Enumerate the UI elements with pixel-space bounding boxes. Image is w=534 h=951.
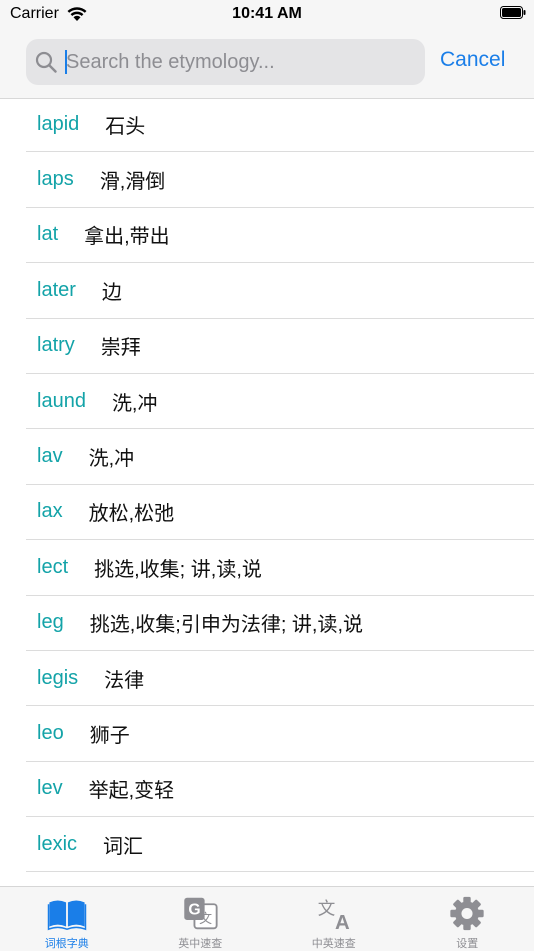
- list-item[interactable]: lav 洗,冲: [26, 429, 534, 484]
- list-item[interactable]: latry 崇拜: [26, 319, 534, 374]
- list-item[interactable]: legis 法律: [26, 651, 534, 706]
- root-meaning: 挑选,收集; 讲,读,说: [94, 553, 262, 582]
- root-word: later: [37, 279, 76, 302]
- search-header: Cancel: [0, 30, 534, 99]
- root-word: legis: [37, 667, 78, 690]
- list-item[interactable]: laps 滑,滑倒: [26, 152, 534, 207]
- root-meaning: 崇拜: [101, 331, 141, 360]
- status-time: 10:41 AM: [0, 5, 534, 23]
- root-word: lect: [37, 556, 68, 579]
- tab-bar: 词根字典 文 G 英中速查 文 A 中英速查 设置: [0, 886, 534, 951]
- search-box[interactable]: [26, 39, 425, 85]
- root-meaning: 挑选,收集;引申为法律; 讲,读,说: [90, 608, 363, 637]
- tab-label: 英中速查: [178, 935, 222, 951]
- root-word: lat: [37, 223, 58, 246]
- list-item[interactable]: lexic 词汇: [26, 817, 534, 872]
- tab-settings[interactable]: 设置: [401, 887, 534, 951]
- tab-label: 设置: [456, 935, 478, 951]
- gear-icon: [445, 895, 489, 932]
- root-word: lev: [37, 777, 63, 800]
- root-word: leg: [37, 611, 64, 634]
- etymology-list: lapid 石头 laps 滑,滑倒 lat 拿出,带出 later 边 latry 崇拜 laun…: [26, 97, 534, 887]
- list-item[interactable]: lax 放松,松弛: [26, 485, 534, 540]
- list-item[interactable]: lat 拿出,带出: [26, 208, 534, 263]
- tab-dictionary[interactable]: 词根字典: [0, 887, 134, 951]
- translate-g-icon: 文 G: [178, 895, 222, 932]
- search-input[interactable]: [66, 44, 416, 80]
- tab-label: 中英速查: [312, 935, 356, 951]
- root-word: leo: [37, 722, 64, 745]
- root-word: lax: [37, 500, 63, 523]
- root-meaning: 法律: [104, 664, 144, 693]
- list-item[interactable]: lev 举起,变轻: [26, 762, 534, 817]
- list-item[interactable]: laund 洗,冲: [26, 374, 534, 429]
- tab-en-cn-lookup[interactable]: 文 G 英中速查: [134, 887, 268, 951]
- root-meaning: 词汇: [103, 830, 143, 859]
- root-meaning: 洗,冲: [112, 387, 158, 416]
- root-word: laps: [37, 168, 74, 191]
- svg-text:A: A: [335, 912, 350, 932]
- search-icon: [35, 51, 57, 73]
- list-item[interactable]: later 边: [26, 263, 534, 318]
- status-bar: Carrier 10:41 AM: [0, 0, 534, 30]
- root-meaning: 放松,松弛: [89, 497, 175, 526]
- tab-cn-en-lookup[interactable]: 文 A 中英速查: [267, 887, 401, 951]
- cancel-button[interactable]: Cancel: [440, 48, 505, 72]
- list-item[interactable]: leo 狮子: [26, 706, 534, 761]
- root-word: lexic: [37, 833, 77, 856]
- root-meaning: 拿出,带出: [84, 220, 170, 249]
- root-meaning: 举起,变轻: [89, 774, 175, 803]
- root-meaning: 洗,冲: [89, 442, 135, 471]
- root-meaning: 边: [102, 276, 122, 305]
- list-item[interactable]: lapid 石头: [26, 97, 534, 152]
- root-meaning: 狮子: [90, 719, 130, 748]
- root-word: lav: [37, 445, 63, 468]
- svg-text:文: 文: [318, 899, 336, 919]
- tab-label: 词根字典: [45, 935, 89, 951]
- translate-a-icon: 文 A: [312, 895, 356, 932]
- book-icon: [45, 895, 89, 932]
- root-meaning: 滑,滑倒: [100, 165, 166, 194]
- root-meaning: 石头: [105, 110, 145, 139]
- root-word: lapid: [37, 113, 79, 136]
- svg-text:G: G: [189, 901, 201, 918]
- root-word: latry: [37, 334, 75, 357]
- list-item[interactable]: lect 挑选,收集; 讲,读,说: [26, 540, 534, 595]
- battery-icon: [500, 6, 526, 19]
- list-item[interactable]: leg 挑选,收集;引申为法律; 讲,读,说: [26, 596, 534, 651]
- text-cursor: [65, 50, 67, 74]
- root-word: laund: [37, 390, 86, 413]
